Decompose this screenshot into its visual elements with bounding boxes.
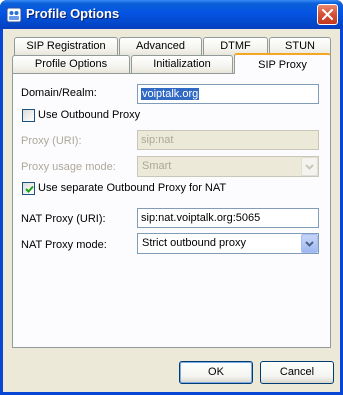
- domain-field[interactable]: voiptalk.org: [137, 84, 319, 104]
- nat-proxy-uri-field[interactable]: sip:nat.voiptalk.org:5065: [137, 208, 319, 228]
- nat-proxy-mode-label: NAT Proxy mode:: [21, 239, 107, 251]
- proxy-uri-value: sip:nat: [141, 134, 174, 146]
- proxy-mode-label: Proxy usage mode:: [21, 161, 116, 173]
- proxy-uri-field[interactable]: sip:nat: [137, 130, 319, 150]
- use-outbound-proxy-checkbox[interactable]: [22, 109, 35, 122]
- nat-proxy-mode-select[interactable]: Strict outbound proxy: [137, 233, 319, 254]
- nat-proxy-uri-value: sip:nat.voiptalk.org:5065: [141, 212, 261, 224]
- proxy-mode-dropdown-button[interactable]: [301, 157, 318, 176]
- nat-proxy-mode-dropdown-button[interactable]: [301, 234, 318, 253]
- domain-label: Domain/Realm:: [21, 87, 97, 99]
- separate-nat-proxy-label[interactable]: Use separate Outbound Proxy for NAT: [38, 182, 226, 194]
- profile-options-window: Profile Options SIP Registration Advance…: [0, 0, 343, 395]
- ok-button[interactable]: OK: [179, 361, 253, 384]
- sip-proxy-form: Domain/Realm: voiptalk.org Use Outbound …: [0, 0, 343, 395]
- proxy-uri-label: Proxy (URI):: [21, 135, 82, 147]
- proxy-mode-select[interactable]: Smart: [137, 156, 319, 177]
- use-outbound-proxy-label[interactable]: Use Outbound Proxy: [38, 109, 140, 121]
- domain-value: voiptalk.org: [141, 88, 200, 100]
- cancel-button[interactable]: Cancel: [260, 361, 334, 384]
- chevron-down-icon: [305, 164, 314, 170]
- separate-nat-proxy-checkbox[interactable]: [22, 182, 35, 195]
- chevron-down-icon: [305, 241, 314, 247]
- proxy-mode-value: Smart: [142, 160, 172, 172]
- nat-proxy-mode-value: Strict outbound proxy: [142, 237, 246, 249]
- checkmark-icon: [25, 185, 34, 193]
- nat-proxy-uri-label: NAT Proxy (URI):: [21, 213, 106, 225]
